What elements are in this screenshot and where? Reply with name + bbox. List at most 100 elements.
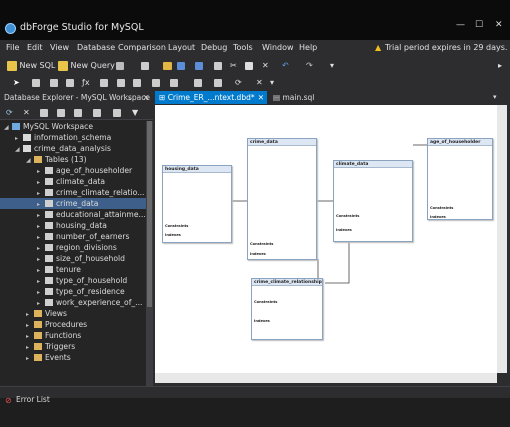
entity-housing-data[interactable]: housing_data Constraints Indexes [162, 165, 232, 243]
note-tool-icon[interactable] [194, 76, 202, 89]
tb-layout-button[interactable] [116, 59, 124, 72]
close-window-button[interactable]: ✕ [495, 20, 503, 30]
relation-tool-icon[interactable] [100, 76, 108, 89]
tb-save-button[interactable] [177, 59, 185, 72]
explorer-connect-icon[interactable] [74, 106, 82, 119]
menu-layout[interactable]: Layout [168, 43, 195, 52]
entity-title: crime_data [248, 139, 316, 146]
entity-crime-data[interactable]: crime_data Constraints Indexes [247, 138, 317, 260]
entity-climate-data[interactable]: climate_data Constraints Indexes [333, 160, 413, 242]
tree-item-label: Triggers [45, 342, 76, 351]
tree-item[interactable]: ▸ Triggers [0, 341, 146, 352]
tree-item[interactable]: ▸ type_of_residence [0, 286, 146, 297]
tree-item[interactable]: ▸ Views [0, 308, 146, 319]
tree-item[interactable]: ▸ Functions [0, 330, 146, 341]
diagram-hscrollbar[interactable] [155, 373, 497, 383]
view-tool-icon[interactable] [50, 76, 58, 89]
tree-item[interactable]: ▸ educational_attainme... [0, 209, 146, 220]
tree-item[interactable]: ◢ Tables (13) [0, 154, 146, 165]
tree-item[interactable]: ◢ MySQL Workspace [0, 121, 146, 132]
entity-title: housing_data [163, 166, 231, 173]
tree-item[interactable]: ▸ tenure [0, 264, 146, 275]
tree-item[interactable]: ▸ housing_data [0, 220, 146, 231]
tree-item[interactable]: ◢ crime_data_analysis [0, 143, 146, 154]
entity-crime-climate-relationship[interactable]: crime_climate_relationship Constraints I… [251, 278, 323, 340]
tb-paste-button[interactable] [245, 59, 253, 72]
tb-more-icon[interactable]: ▾ [330, 59, 334, 72]
tree-item[interactable]: ▸ type_of_household [0, 275, 146, 286]
pointer-icon[interactable]: ➤ [13, 76, 20, 89]
menu-view[interactable]: View [50, 43, 69, 52]
tab-main-sql[interactable]: ▤ main.sql [269, 91, 339, 104]
tb-undo-redo-button[interactable] [141, 59, 149, 72]
tab-list-icon[interactable]: ▾ [493, 93, 497, 101]
expander-icon[interactable]: ▸ [26, 353, 32, 364]
tb2-more-icon[interactable]: ▾ [270, 76, 274, 89]
tree-item[interactable]: ▸ crime_data [0, 198, 146, 209]
menu-edit[interactable]: Edit [27, 43, 43, 52]
explorer-disconnect-icon[interactable] [93, 106, 101, 119]
tree-item[interactable]: ▸ climate_data [0, 176, 146, 187]
procedure-tool-icon[interactable] [66, 76, 74, 89]
explorer-close-icon[interactable]: ✕ [143, 93, 149, 102]
explorer-settings-icon[interactable] [113, 106, 121, 119]
er-diagram-canvas[interactable]: housing_data Constraints Indexes crime_da… [155, 105, 497, 373]
menu-debug[interactable]: Debug [201, 43, 227, 52]
tb-redo-icon[interactable]: ↷ [306, 59, 313, 72]
image-tool-icon[interactable] [133, 76, 141, 89]
explorer-pin-icon[interactable]: ⌄ [127, 93, 133, 102]
menu-database[interactable]: Database [77, 43, 115, 52]
explorer-scroll-thumb[interactable] [147, 121, 152, 307]
tree-item[interactable]: ▸ work_experience_of_... [0, 297, 146, 308]
grid-tool-icon[interactable] [214, 76, 222, 89]
tree-item[interactable]: ▸ number_of_earners [0, 231, 146, 242]
tb-open-button[interactable] [163, 59, 172, 72]
menu-help[interactable]: Help [299, 43, 317, 52]
explorer-toolbar: ⟳ ✕ ▼ [0, 104, 153, 120]
tree-item[interactable]: ▸ Procedures [0, 319, 146, 330]
menu-window[interactable]: Window [262, 43, 294, 52]
new-query-button[interactable]: New Query [58, 59, 115, 72]
zoom-tool-icon[interactable] [152, 76, 160, 89]
tree-item[interactable]: ▸ Events [0, 352, 146, 363]
tb-delete-icon[interactable]: ✕ [262, 59, 269, 72]
menu-tools[interactable]: Tools [233, 43, 253, 52]
new-sql-button[interactable]: New SQL [7, 59, 55, 72]
refresh-tool-icon[interactable]: ⟳ [235, 76, 242, 89]
tab-crime-er[interactable]: ⊞ Crime_ER_...ntext.dbd* ✕ [155, 91, 267, 104]
explorer-filter-icon[interactable]: ▼ [132, 106, 138, 119]
tb-cut-icon[interactable]: ✂ [230, 59, 237, 72]
function-tool-icon[interactable]: ƒx [82, 76, 90, 89]
diagram-vscrollbar[interactable] [497, 105, 507, 373]
tree-item[interactable]: ▸ crime_climate_relatio... [0, 187, 146, 198]
tb-overflow-icon[interactable]: ▸ [498, 59, 502, 72]
tree-item-label: Tables (13) [45, 155, 87, 164]
menu-comparison[interactable]: Comparison [118, 43, 166, 52]
tree-item[interactable]: ▸ region_divisions [0, 242, 146, 253]
tb-copy-button[interactable] [214, 59, 222, 72]
tree-item[interactable]: ▸ size_of_household [0, 253, 146, 264]
error-list-tab[interactable]: Error List [16, 395, 50, 404]
tb-undo-icon[interactable]: ↶ [282, 59, 289, 72]
maximize-button[interactable]: ☐ [475, 20, 483, 30]
tab-close-icon[interactable]: ✕ [258, 93, 264, 102]
explorer-refresh-icon[interactable]: ⟳ [6, 106, 13, 119]
tree-item-label: age_of_householder [56, 166, 133, 175]
tree-item[interactable]: ▸ age_of_householder [0, 165, 146, 176]
container-tool-icon[interactable] [117, 76, 125, 89]
tree-item-label: crime_climate_relatio... [56, 188, 145, 197]
table-tool-icon[interactable] [32, 76, 40, 89]
explorer-edit-icon[interactable] [57, 106, 65, 119]
explorer-delete-icon[interactable]: ✕ [23, 106, 30, 119]
tree-item[interactable]: ▸ information_schema [0, 132, 146, 143]
entity-age-of-householder[interactable]: age_of_householder Constraints Indexes [427, 138, 493, 220]
delete-tool-icon[interactable]: ✕ [256, 76, 263, 89]
minimize-button[interactable]: — [456, 20, 465, 30]
tb-save-all-button[interactable] [195, 59, 203, 72]
warning-icon: ▲ [375, 43, 382, 52]
explorer-new-conn-icon[interactable] [40, 106, 48, 119]
menu-file[interactable]: File [6, 43, 19, 52]
layout-tool-icon[interactable] [170, 76, 178, 89]
entity-title: age_of_householder [428, 139, 492, 146]
explorer-scrollbar[interactable] [146, 121, 153, 386]
